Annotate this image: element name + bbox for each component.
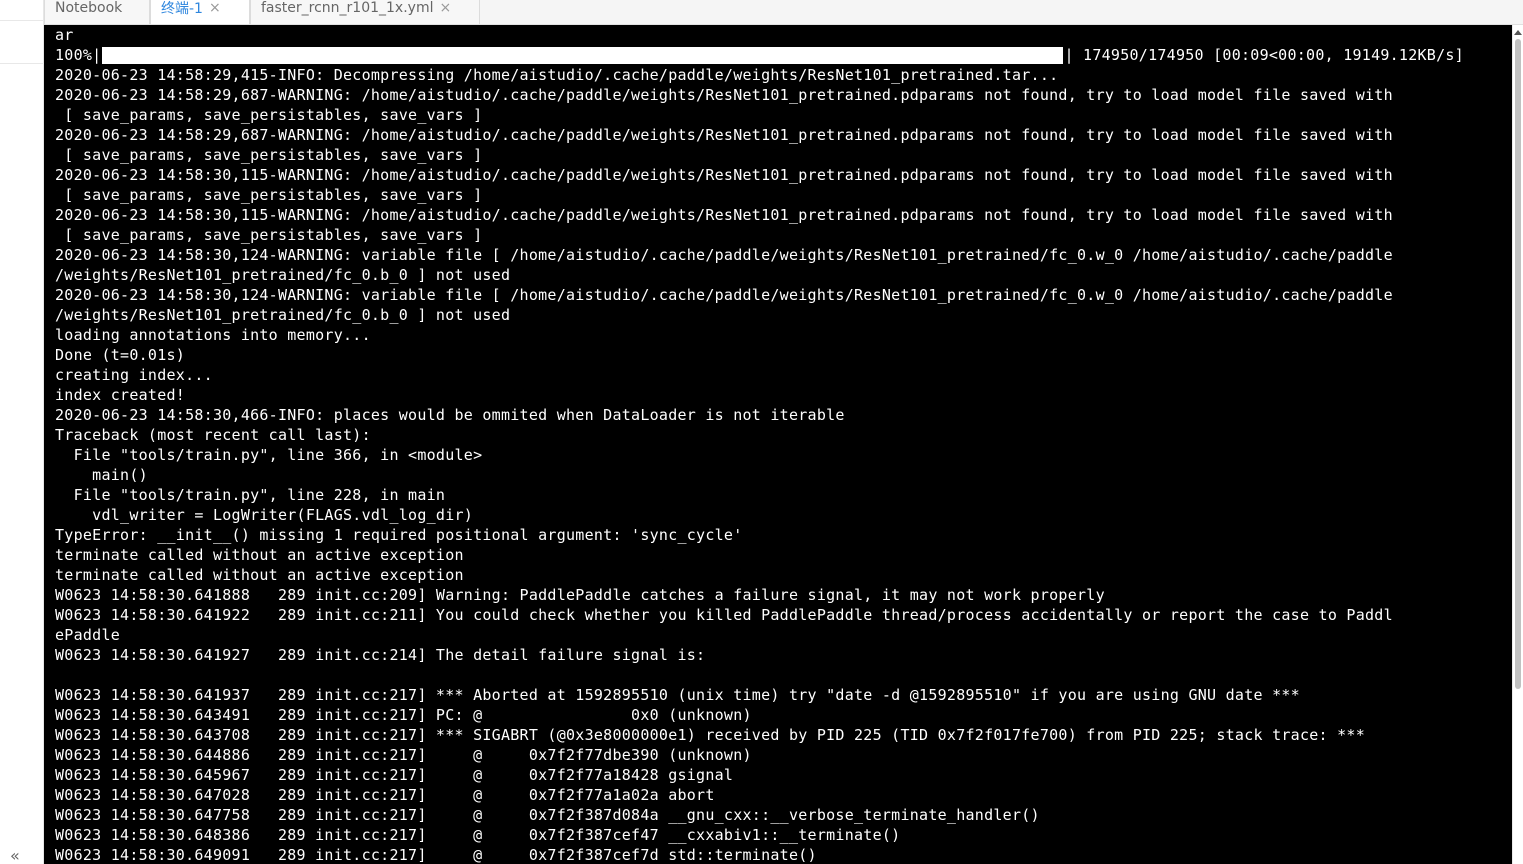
terminal-line: 2020-06-23 14:58:29,415-INFO: Decompress… (55, 66, 1059, 84)
progress-suffix: | 174950/174950 [00:09<00:00, 19149.12KB… (1064, 46, 1464, 64)
terminal-line: 2020-06-23 14:58:29,687-WARNING: /home/a… (55, 126, 1393, 144)
terminal-line: /weights/ResNet101_pretrained/fc_0.b_0 ]… (55, 266, 511, 284)
terminal-line: [ save_params, save_persistables, save_v… (55, 146, 483, 164)
close-icon[interactable]: × (209, 0, 221, 16)
terminal-line: W0623 14:58:30.641937 289 init.cc:217] *… (55, 686, 1300, 704)
terminal-line: creating index... (55, 366, 213, 384)
terminal-line: W0623 14:58:30.648386 289 init.cc:217] @… (55, 826, 901, 844)
progress-prefix: 100%| (55, 46, 102, 64)
terminal-line: /weights/ResNet101_pretrained/fc_0.b_0 ]… (55, 306, 511, 324)
app-window: « Notebook 终端-1 × faster_rcnn_r101_1x.ym… (0, 0, 1523, 864)
terminal-line: W0623 14:58:30.645967 289 init.cc:217] @… (55, 766, 734, 784)
progress-bar (102, 46, 1064, 64)
tab-config-file[interactable]: faster_rcnn_r101_1x.yml × (250, 0, 480, 24)
tab-terminal-1[interactable]: 终端-1 × (150, 0, 250, 24)
tab-label: faster_rcnn_r101_1x.yml (261, 0, 434, 16)
terminal-line: W0623 14:58:30.647758 289 init.cc:217] @… (55, 806, 1040, 824)
close-icon[interactable]: × (439, 0, 451, 16)
sidebar-divider (0, 20, 44, 21)
terminal-lines: 2020-06-23 14:58:29,415-INFO: Decompress… (55, 65, 1512, 864)
terminal-line: W0623 14:58:30.643708 289 init.cc:217] *… (55, 726, 1365, 744)
terminal-line: 2020-06-23 14:58:30,115-WARNING: /home/a… (55, 206, 1393, 224)
terminal-line: terminate called without an active excep… (55, 566, 464, 584)
terminal-line: [ save_params, save_persistables, save_v… (55, 186, 483, 204)
terminal-line: 2020-06-23 14:58:30,124-WARNING: variabl… (55, 246, 1393, 264)
terminal-line: 2020-06-23 14:58:30,115-WARNING: /home/a… (55, 166, 1393, 184)
terminal-line: 2020-06-23 14:58:30,466-INFO: places wou… (55, 406, 845, 424)
tab-notebook[interactable]: Notebook (44, 0, 150, 24)
terminal-line: index created! (55, 386, 186, 404)
left-sidebar: « (0, 0, 44, 864)
terminal-line: W0623 14:58:30.641888 289 init.cc:209] W… (55, 586, 1105, 604)
terminal-line: 2020-06-23 14:58:29,687-WARNING: /home/a… (55, 86, 1393, 104)
terminal-line: W0623 14:58:30.643491 289 init.cc:217] P… (55, 706, 752, 724)
terminal-line: ar (55, 26, 74, 44)
tab-label: 终端-1 (161, 0, 203, 17)
terminal-line: W0623 14:58:30.641927 289 init.cc:214] T… (55, 646, 706, 664)
tab-label: Notebook (55, 0, 123, 16)
terminal-line: File "tools/train.py", line 366, in <mod… (55, 446, 483, 464)
terminal-line: TypeError: __init__() missing 1 required… (55, 526, 743, 544)
terminal-line: loading annotations into memory... (55, 326, 371, 344)
sidebar-divider (0, 63, 44, 64)
terminal-line: terminate called without an active excep… (55, 546, 464, 564)
terminal-line: W0623 14:58:30.641922 289 init.cc:211] Y… (55, 606, 1393, 624)
terminal-line: [ save_params, save_persistables, save_v… (55, 106, 483, 124)
scroll-up-arrow-icon[interactable] (1514, 30, 1522, 35)
download-progress-line: 100%| | 174950/174950 [00:09<00:00, 19149… (55, 45, 1512, 65)
terminal-line: W0623 14:58:30.649091 289 init.cc:217] @… (55, 846, 817, 864)
terminal-line: Traceback (most recent call last): (55, 426, 371, 444)
terminal-line: 2020-06-23 14:58:30,124-WARNING: variabl… (55, 286, 1393, 304)
terminal-line: main() (55, 466, 148, 484)
terminal-line: W0623 14:58:30.647028 289 init.cc:217] @… (55, 786, 715, 804)
terminal-line: [ save_params, save_persistables, save_v… (55, 226, 483, 244)
terminal-line: File "tools/train.py", line 228, in main (55, 486, 446, 504)
collapse-sidebar-icon[interactable]: « (10, 848, 30, 864)
terminal-line: vdl_writer = LogWriter(FLAGS.vdl_log_dir… (55, 506, 474, 524)
tab-bar: Notebook 终端-1 × faster_rcnn_r101_1x.yml … (44, 0, 1523, 25)
terminal-line: ePaddle (55, 626, 121, 644)
terminal-line: W0623 14:58:30.644886 289 init.cc:217] @… (55, 746, 752, 764)
terminal-line: Done (t=0.01s) (55, 346, 186, 364)
vertical-scrollbar[interactable] (1512, 25, 1523, 864)
scrollbar-thumb[interactable] (1515, 39, 1521, 689)
terminal-output[interactable]: ar 100%| | 174950/174950 [00:09<00:00, 19… (44, 25, 1512, 864)
